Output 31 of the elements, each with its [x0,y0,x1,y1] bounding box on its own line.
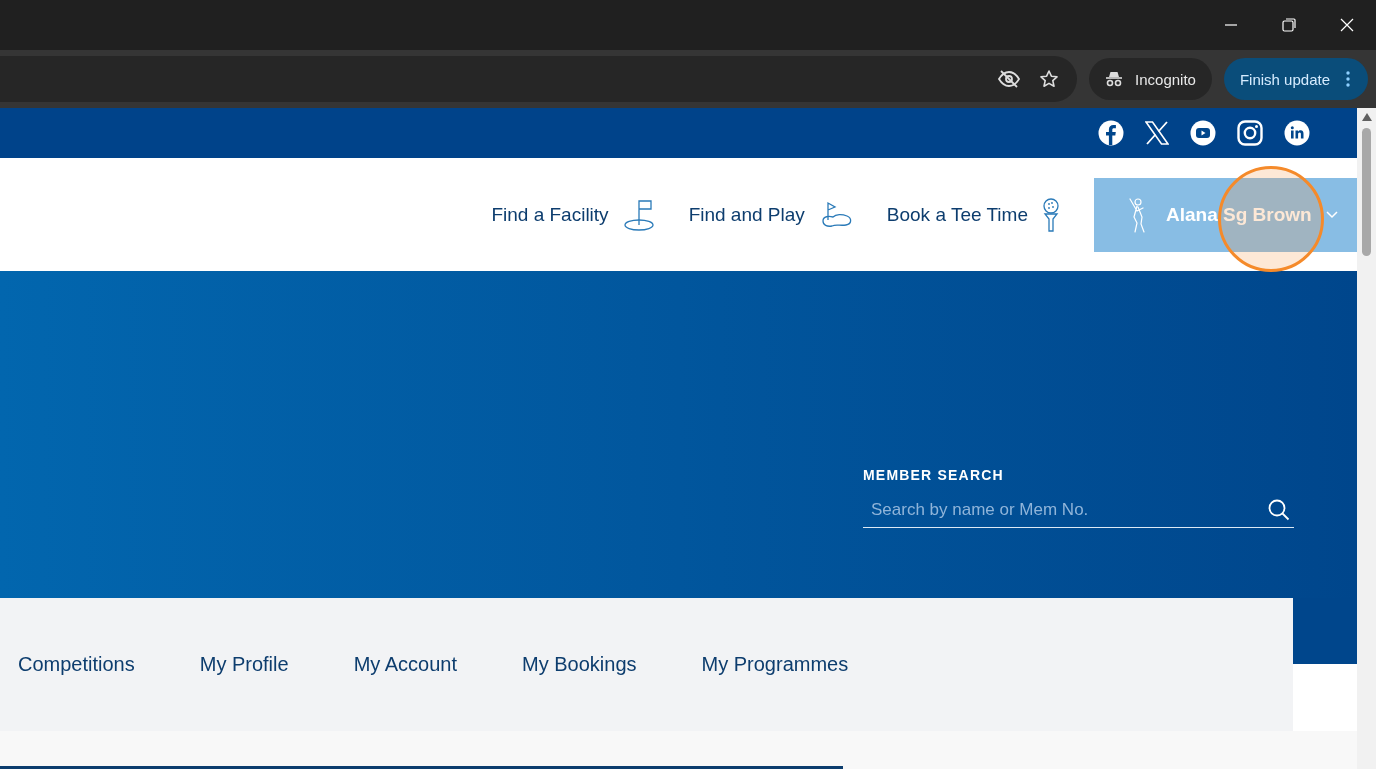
chevron-down-icon [1325,210,1338,219]
golf-ball-on-tee-icon [1042,197,1060,232]
incognito-icon [1105,71,1124,87]
golf-flag-icon [622,198,655,231]
nav-link[interactable]: Book a Tee Time [886,197,1060,232]
play-icon[interactable] [1190,120,1216,146]
facebook-icon[interactable] [1098,120,1124,146]
scroll-thumb[interactable] [1362,128,1371,256]
finish-update-button[interactable]: Finish update [1223,58,1368,100]
tab[interactable]: My Profile [199,653,289,676]
nav-link[interactable]: Find a Facility [491,198,655,231]
tab[interactable]: My Account [353,653,457,676]
tab[interactable]: Competitions [18,653,135,676]
star-icon[interactable] [1039,69,1060,89]
search-icon[interactable] [1268,498,1290,521]
tab[interactable]: My Bookings [522,653,637,676]
eye-slash-icon[interactable] [997,69,1022,89]
tab[interactable]: My Programmes [701,653,849,676]
camera-icon[interactable] [1237,120,1263,146]
incognito-button[interactable]: Incognito [1089,58,1212,100]
more-icon [1346,71,1350,87]
restore-icon[interactable] [1282,18,1296,32]
linkedin-icon[interactable] [1284,120,1310,146]
nav-link[interactable]: Find and Play [688,200,853,229]
banner-background [1293,598,1357,664]
close-icon[interactable] [1340,18,1354,32]
scrollbar[interactable] [1357,108,1376,769]
member-search-heading: MEMBER SEARCH [863,466,1005,483]
member-search-field[interactable]: Search by name or Mem No. [869,498,1268,521]
x-logo-icon[interactable] [1145,121,1169,145]
scroll-up-icon[interactable] [1360,112,1373,122]
